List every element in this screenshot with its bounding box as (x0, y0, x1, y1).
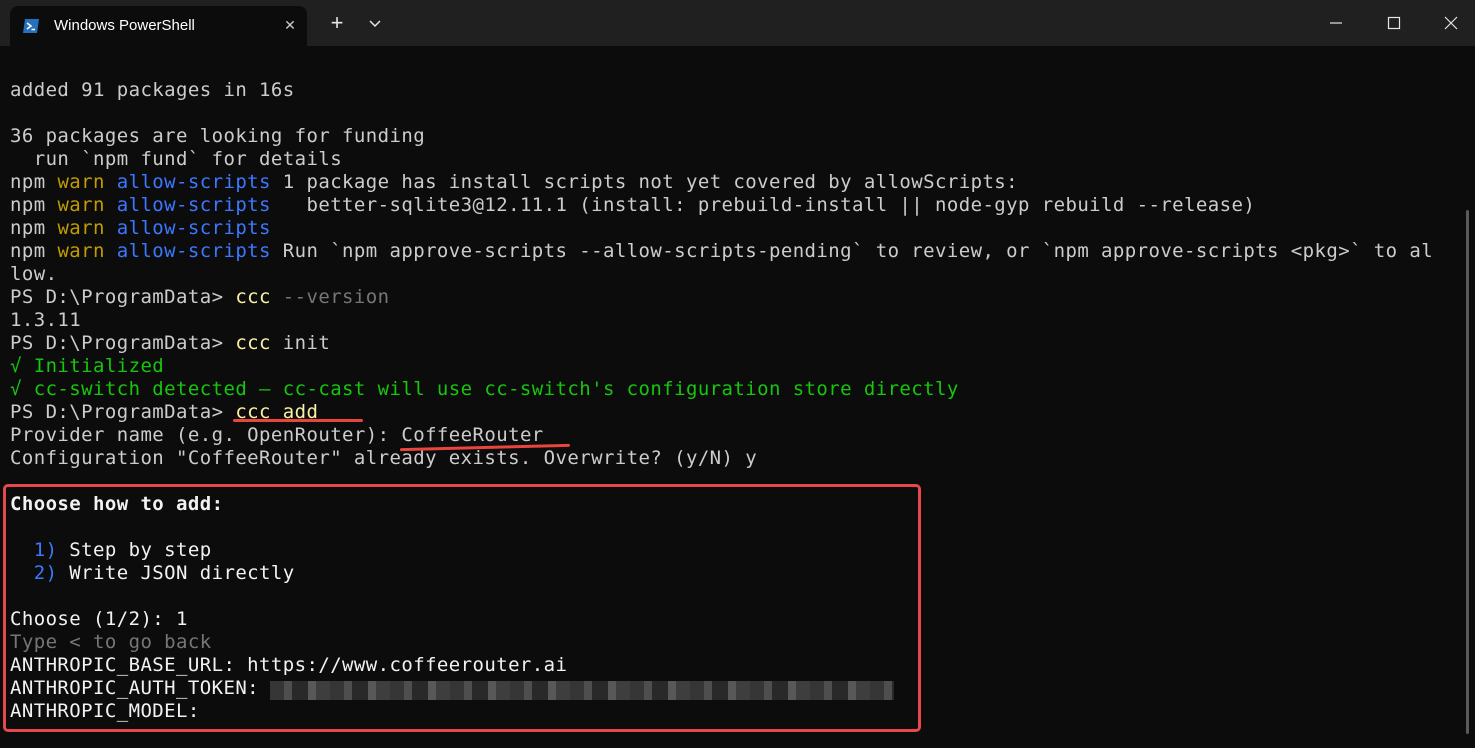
terminal-line: PS D:\ProgramData> ccc init (10, 332, 331, 354)
annotation-highlight-box (3, 484, 921, 732)
terminal-line: √ Initialized (10, 355, 165, 377)
terminal-line: npm warn allow-scripts better-sqlite3@12… (10, 194, 1256, 216)
scrollbar[interactable] (1466, 210, 1469, 734)
title-bar: Windows PowerShell ✕ + (0, 0, 1475, 46)
terminal-line: 36 packages are looking for funding (10, 125, 426, 147)
terminal-line: added 91 packages in 16s (10, 79, 295, 101)
tab-close-icon[interactable]: ✕ (281, 16, 299, 34)
new-tab-button[interactable]: + (326, 12, 348, 34)
terminal-line: npm warn allow-scripts (10, 217, 271, 239)
tab-windows-powershell[interactable]: Windows PowerShell ✕ (10, 6, 307, 46)
terminal-line: low. (10, 263, 58, 285)
tab-title: Windows PowerShell (54, 17, 195, 34)
annotation-underline-command (233, 419, 363, 422)
terminal-line: Provider name (e.g. OpenRouter): CoffeeR… (10, 424, 544, 446)
terminal-line: 1.3.11 (10, 309, 82, 331)
terminal-line: √ cc-switch detected — cc-cast will use … (10, 378, 959, 400)
terminal-line: npm warn allow-scripts 1 package has ins… (10, 171, 1019, 193)
terminal-line: run `npm fund` for details (10, 148, 343, 170)
chevron-down-icon[interactable] (366, 14, 384, 32)
terminal-line: Configuration "CoffeeRouter" already exi… (10, 447, 758, 469)
minimize-icon[interactable] (1323, 10, 1349, 36)
powershell-icon (23, 19, 39, 33)
terminal-line: npm warn allow-scripts Run `npm approve-… (10, 240, 1434, 262)
terminal-line: PS D:\ProgramData> ccc --version (10, 286, 390, 308)
close-icon[interactable] (1438, 10, 1464, 36)
maximize-icon[interactable] (1381, 10, 1407, 36)
